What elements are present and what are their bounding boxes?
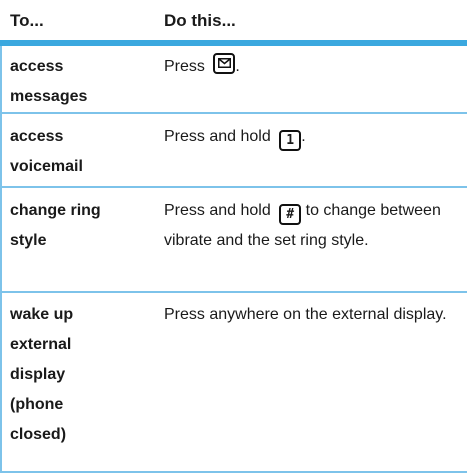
row-action: access messages <box>10 58 88 105</box>
row-divider <box>0 291 467 293</box>
header-do-this: Do this... <box>164 11 236 30</box>
left-border <box>0 46 2 471</box>
envelope-key-icon <box>213 53 236 74</box>
table-header: To... Do this... <box>0 0 467 40</box>
row-action: change ring style <box>10 202 101 249</box>
header-rule <box>0 40 467 46</box>
row-action: wake up external display (phone closed) <box>10 306 74 443</box>
row-description: Press . <box>164 52 464 82</box>
instructions-table: To... Do this... access messages Press .… <box>0 0 467 473</box>
row-description: Press and hold 1. <box>164 122 464 152</box>
row-divider <box>0 112 467 114</box>
row-description: Press and hold # to change between vibra… <box>164 202 441 249</box>
pound-key-icon: # <box>279 204 302 225</box>
one-key-icon: 1 <box>279 130 302 151</box>
header-to: To... <box>10 11 44 30</box>
row-description: Press anywhere on the external display. <box>164 306 447 323</box>
row-divider <box>0 186 467 188</box>
row-action: access voicemail <box>10 128 83 175</box>
